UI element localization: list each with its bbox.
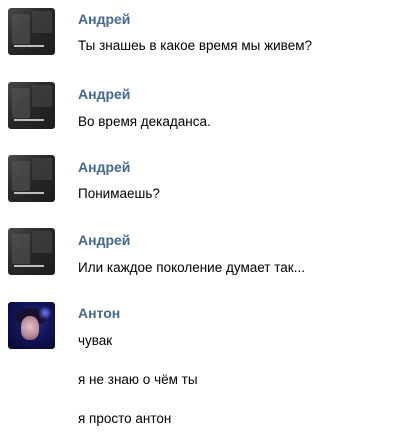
author-name-link[interactable]: Андрей bbox=[78, 11, 130, 27]
message-text: Ты знашеь в какое время мы живем? bbox=[78, 38, 312, 53]
user-avatar-andrey[interactable] bbox=[8, 8, 55, 55]
message-text: чувак bbox=[78, 333, 113, 348]
user-avatar-andrey[interactable] bbox=[8, 82, 55, 129]
message-history: Андрей Ты знашеь в какое время мы живем?… bbox=[0, 0, 408, 435]
author-name-link[interactable]: Антон bbox=[78, 305, 120, 321]
author-name-link[interactable]: Андрей bbox=[78, 159, 130, 175]
message-text: Во время декаданса. bbox=[78, 114, 211, 129]
message-text: я просто антон bbox=[78, 411, 172, 426]
user-avatar-andrey[interactable] bbox=[8, 155, 55, 202]
user-avatar-anton[interactable] bbox=[8, 302, 55, 349]
message-text: я не знаю о чём ты bbox=[78, 372, 198, 387]
author-name-link[interactable]: Андрей bbox=[78, 232, 130, 248]
user-avatar-andrey[interactable] bbox=[8, 228, 55, 275]
message-text: Или каждое поколение думает так... bbox=[78, 260, 305, 275]
author-name-link[interactable]: Андрей bbox=[78, 86, 130, 102]
message-text: Понимаешь? bbox=[78, 186, 160, 201]
